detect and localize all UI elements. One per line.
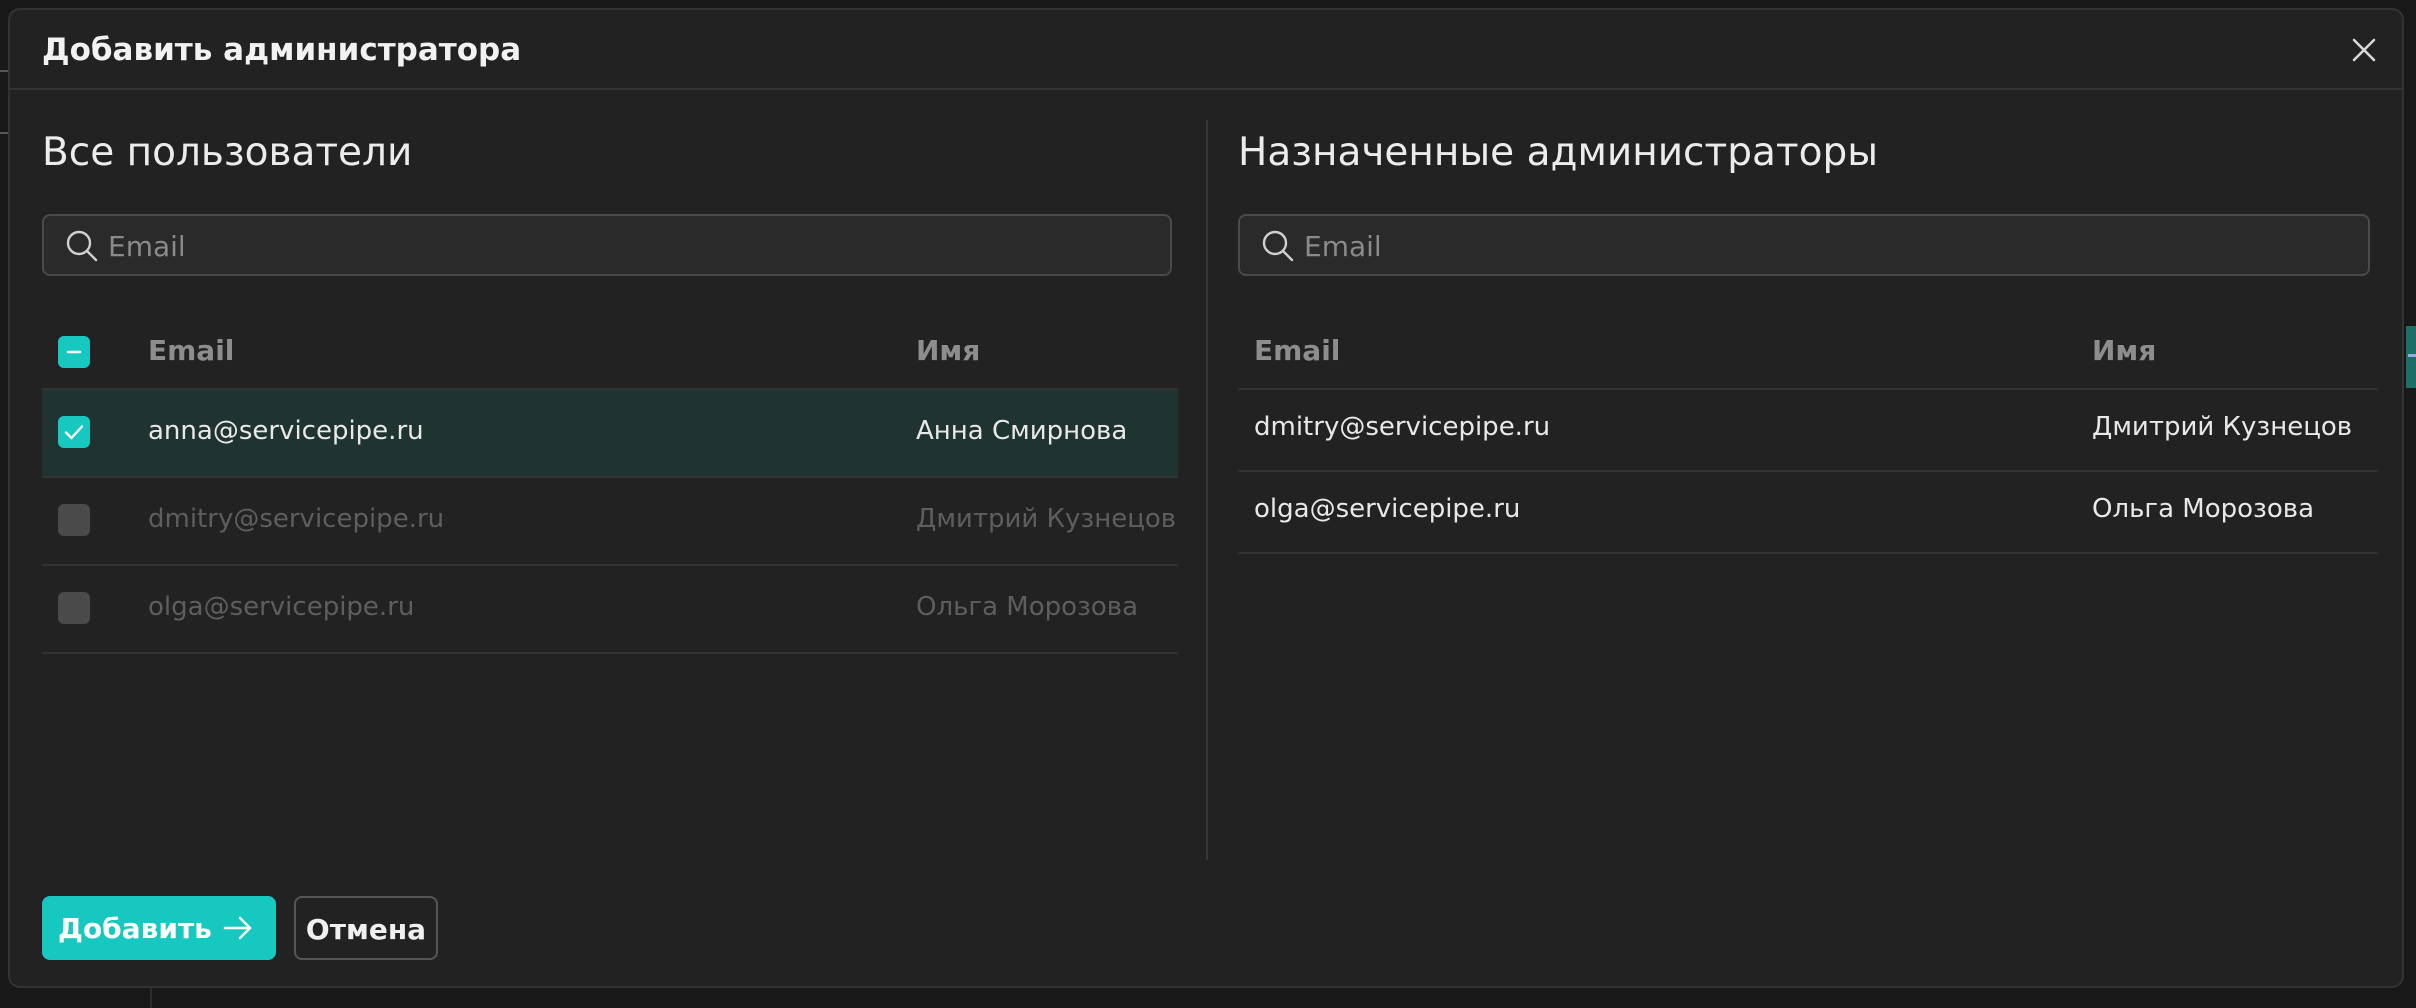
- row-name: Дмитрий Кузнецов: [2092, 412, 2353, 442]
- row-email: olga@servicepipe.ru: [148, 592, 415, 622]
- panel-divider: [1206, 120, 1208, 860]
- search-icon: [66, 230, 98, 262]
- modal-header: Добавить администратора: [10, 10, 2402, 90]
- minus-icon: [66, 350, 82, 354]
- row-email: dmitry@servicepipe.ru: [148, 504, 445, 534]
- background-edge-icon: [0, 70, 8, 134]
- column-header-name[interactable]: Имя: [916, 334, 980, 367]
- background-tab-edge: [2406, 326, 2416, 388]
- all-users-search-input[interactable]: [106, 216, 1160, 276]
- row-name: Дмитрий Кузнецов: [916, 504, 1177, 534]
- table-header: Email Имя: [42, 312, 1178, 390]
- all-users-panel: Все пользователи Email Имя: [42, 88, 1178, 866]
- table-row[interactable]: dmitry@servicepipe.ru Дмитрий Кузнецов: [42, 478, 1178, 566]
- table-row[interactable]: olga@servicepipe.ru Ольга Морозова: [42, 566, 1178, 654]
- cancel-button-label: Отмена: [305, 913, 427, 946]
- arrow-right-icon: [223, 916, 252, 940]
- row-name: Ольга Морозова: [916, 592, 1139, 622]
- row-email: anna@servicepipe.ru: [148, 416, 424, 446]
- check-icon: [64, 425, 84, 440]
- add-button[interactable]: Добавить: [42, 896, 276, 960]
- all-users-title: Все пользователи: [42, 130, 413, 175]
- table-row[interactable]: olga@servicepipe.ru Ольга Морозова: [1238, 472, 2378, 554]
- modal-title: Добавить администратора: [42, 32, 522, 68]
- search-icon: [1262, 230, 1294, 262]
- table-header: Email Имя: [1238, 312, 2378, 390]
- row-email: dmitry@servicepipe.ru: [1254, 412, 1551, 442]
- cancel-button[interactable]: Отмена: [294, 896, 438, 960]
- close-button[interactable]: [2346, 32, 2382, 68]
- table-row[interactable]: anna@servicepipe.ru Анна Смирнова: [42, 390, 1178, 478]
- add-admin-modal: Добавить администратора Все пользователи: [8, 8, 2404, 988]
- all-users-table: Email Имя anna@servicepipe.ru Анна Смирн…: [42, 312, 1178, 654]
- assigned-admins-search-input[interactable]: [1302, 216, 2358, 276]
- row-checkbox[interactable]: [58, 416, 90, 448]
- select-all-checkbox[interactable]: [58, 336, 90, 368]
- row-checkbox[interactable]: [58, 592, 90, 624]
- row-name: Ольга Морозова: [2092, 494, 2315, 524]
- assigned-admins-search[interactable]: [1238, 214, 2370, 276]
- column-header-name[interactable]: Имя: [2092, 334, 2156, 367]
- assigned-admins-table: Email Имя dmitry@servicepipe.ru Дмитрий …: [1238, 312, 2378, 554]
- assigned-admins-panel: Назначенные администраторы Email Имя dmi…: [1238, 88, 2378, 866]
- column-header-email[interactable]: Email: [1254, 334, 1340, 367]
- close-icon: [2352, 38, 2376, 62]
- table-row[interactable]: dmitry@servicepipe.ru Дмитрий Кузнецов: [1238, 390, 2378, 472]
- row-name: Анна Смирнова: [916, 416, 1128, 446]
- background-divider: [150, 985, 152, 1008]
- all-users-search[interactable]: [42, 214, 1172, 276]
- row-email: olga@servicepipe.ru: [1254, 494, 1521, 524]
- add-button-label: Добавить: [58, 912, 212, 945]
- row-checkbox[interactable]: [58, 504, 90, 536]
- assigned-admins-title: Назначенные администраторы: [1238, 130, 1878, 175]
- column-header-email[interactable]: Email: [148, 334, 234, 367]
